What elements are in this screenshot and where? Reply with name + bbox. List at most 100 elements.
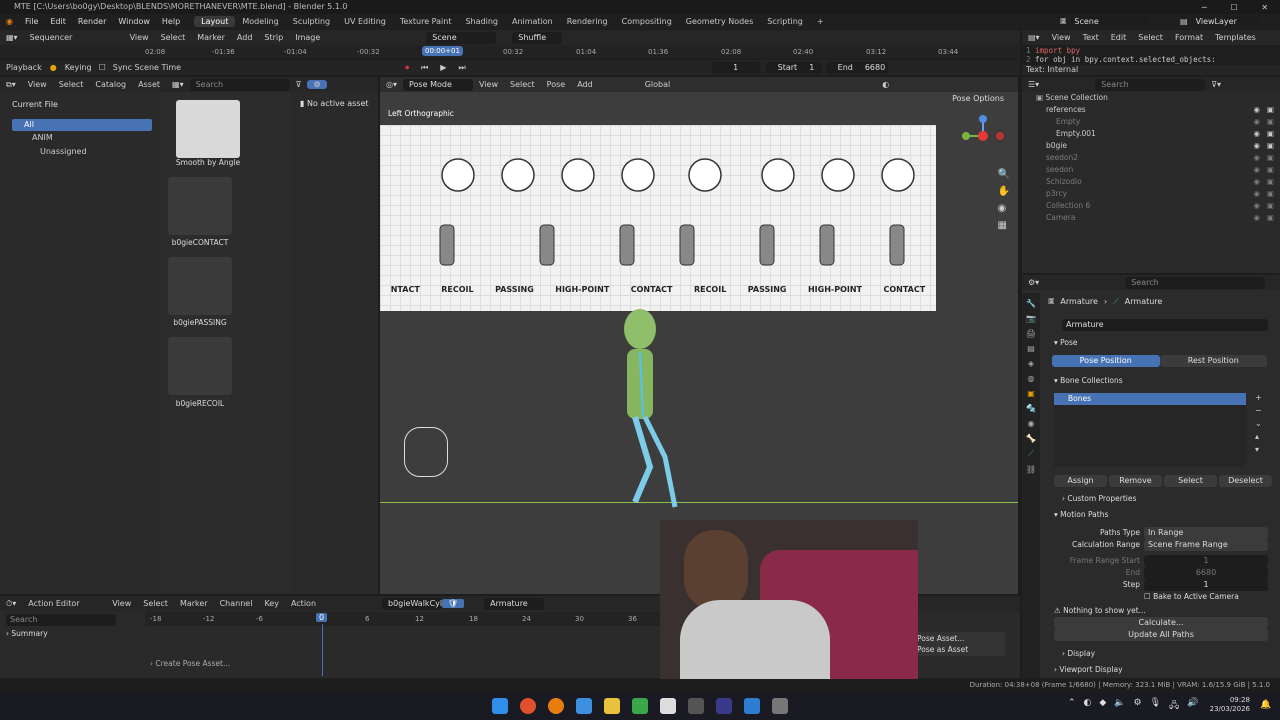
view-layer-tab-icon[interactable]: ▤ [1027,344,1035,353]
calculate-button[interactable]: Calculate... [1054,617,1268,629]
vp-menu-select[interactable]: Select [504,80,541,89]
visibility-eye-icon[interactable]: ◉ [1253,116,1260,128]
outliner-row[interactable]: seedon2 ◉ ▣ [1022,152,1280,164]
seq-menu-add[interactable]: Add [231,33,259,42]
search-app-icon[interactable] [548,698,564,714]
tab-scripting[interactable]: Scripting [760,16,810,27]
navigation-gizmo[interactable] [960,113,1006,159]
add-workspace-icon[interactable]: + [810,16,831,27]
zoom-icon[interactable]: 🔍 [998,169,1010,180]
viewlayer-selector[interactable]: ▤ ViewLayer [1180,15,1260,28]
ae-menu-marker[interactable]: Marker [174,599,214,608]
orientation-selector[interactable]: Global [639,80,677,89]
action-name-field[interactable]: b0gieWalkCyle [382,597,447,610]
create-pose-asset-menu[interactable]: › Create Pose Asset... [150,658,230,670]
motion-paths-header[interactable]: ▾ Motion Paths [1054,509,1108,521]
outliner-row[interactable]: Camera ◉ ▣ [1022,212,1280,224]
tab-modeling[interactable]: Modeling [235,16,285,27]
catalog-all[interactable]: All [12,119,152,131]
outliner-row[interactable]: Empty ◉ ▣ [1022,116,1280,128]
asset-editor-type-icon[interactable]: ⧉▾ [0,80,22,90]
mode-selector[interactable]: Pose Mode [403,78,473,91]
text-menu-edit[interactable]: Edit [1105,33,1133,42]
editor-type-icon[interactable]: ▦▾ [0,33,24,42]
ae-menu-action[interactable]: Action [285,599,322,608]
physics-tab-icon[interactable]: ◉ [1028,419,1035,428]
visibility-eye-icon[interactable]: ◉ [1253,104,1260,116]
update-paths-button[interactable]: Update All Paths [1054,629,1268,641]
seq-menu-view[interactable]: View [124,33,155,42]
render-camera-icon[interactable]: ▣ [1267,140,1274,152]
text-menu-view[interactable]: View [1046,33,1077,42]
tray-icon[interactable]: ◆ [1099,698,1106,714]
armature-name-field[interactable]: Armature [1062,319,1268,331]
remove-icon[interactable]: − [1255,406,1262,415]
asset-thumb-recoil[interactable] [168,337,232,395]
add-icon[interactable]: + [1255,393,1262,402]
network-icon[interactable]: 🖧 [1169,698,1179,714]
visibility-eye-icon[interactable]: ◉ [1253,164,1260,176]
pose-asset-item[interactable]: Pose Asset... [917,633,1003,644]
dropdown-icon[interactable]: ⌄ [1255,419,1262,428]
tray-icon[interactable]: ⚙ [1134,698,1142,714]
tray-chevron-icon[interactable]: ⌃ [1068,698,1076,714]
tool-tab-icon[interactable]: 🔧 [1026,299,1036,308]
asset-thumb-contact[interactable] [168,177,232,235]
outliner-row[interactable]: Schizodio ◉ ▣ [1022,176,1280,188]
channel-search-input[interactable]: Search [6,614,116,626]
tab-geometry-nodes[interactable]: Geometry Nodes [679,16,760,27]
asset-search-input[interactable]: Search [189,78,290,91]
select-button[interactable]: Select [1164,475,1217,487]
fake-user-shield-icon[interactable]: 🛡 [442,599,465,608]
outliner-row[interactable]: references ◉ ▣ [1022,104,1280,116]
bone-collections-header[interactable]: ▾ Bone Collections [1054,375,1123,387]
render-camera-icon[interactable]: ▣ [1267,128,1274,140]
render-camera-icon[interactable]: ▣ [1267,188,1274,200]
capcut-icon[interactable] [660,698,676,714]
bake-camera-checkbox[interactable]: ☐ Bake to Active Camera [1144,591,1239,603]
viewport-editor-icon[interactable]: ◎▾ [380,80,403,89]
tab-texture-paint[interactable]: Texture Paint [393,16,459,27]
file-explorer-icon[interactable] [604,698,620,714]
move-down-icon[interactable]: ▾ [1255,445,1262,454]
constraint-tab-icon[interactable]: ⛓ [1026,465,1036,474]
world-tab-icon[interactable]: ◍ [1028,374,1035,383]
scene-collection-row[interactable]: ▣ Scene Collection [1022,92,1280,104]
pan-hand-icon[interactable]: ✋ [998,186,1010,197]
text-menu-select[interactable]: Select [1132,33,1169,42]
menu-edit[interactable]: Edit [44,17,72,26]
viewlayer-name[interactable]: ViewLayer [1191,15,1260,28]
asset-menu-view[interactable]: View [22,80,53,89]
move-up-icon[interactable]: ▴ [1255,432,1262,441]
text-editor-type-icon[interactable]: ▤▾ [1022,33,1046,42]
seq-scene-field[interactable]: Scene [426,31,497,44]
visibility-eye-icon[interactable]: ◉ [1253,200,1260,212]
visibility-eye-icon[interactable]: ◉ [1253,128,1260,140]
render-camera-icon[interactable]: ▣ [1267,176,1274,188]
seq-menu-select[interactable]: Select [155,33,192,42]
brave-browser-icon[interactable] [520,698,536,714]
frame-end-field[interactable]: 6680 [1144,567,1268,579]
ae-menu-key[interactable]: Key [258,599,285,608]
seq-menu-strip[interactable]: Strip [258,33,289,42]
render-camera-icon[interactable]: ▣ [1267,104,1274,116]
3d-viewport[interactable]: ◎▾ Pose Mode View Select Pose Add Global… [380,77,1018,594]
start-frame-field[interactable]: Start 1 [765,61,822,74]
render-camera-icon[interactable]: ▣ [1267,164,1274,176]
visibility-eye-icon[interactable]: ◉ [1253,212,1260,224]
pose-as-asset-item[interactable]: Pose as Asset [917,644,1003,655]
vp-menu-view[interactable]: View [473,80,504,89]
seq-current-time[interactable]: 00:00+01 [422,46,463,56]
text-menu-format[interactable]: Format [1169,33,1209,42]
armature-character[interactable] [605,307,695,517]
tab-animation[interactable]: Animation [505,16,560,27]
ae-menu-channel[interactable]: Channel [214,599,259,608]
discord-icon[interactable] [716,698,732,714]
calc-range-select[interactable]: Scene Frame Range [1144,539,1268,551]
text-menu-templates[interactable]: Templates [1209,33,1262,42]
pose-position-button[interactable]: Pose Position [1052,355,1160,367]
game-app-icon[interactable] [632,698,648,714]
outliner-search-input[interactable]: Search [1095,78,1206,91]
ae-menu-view[interactable]: View [106,599,137,608]
scene-name[interactable]: Scene [1070,15,1151,28]
